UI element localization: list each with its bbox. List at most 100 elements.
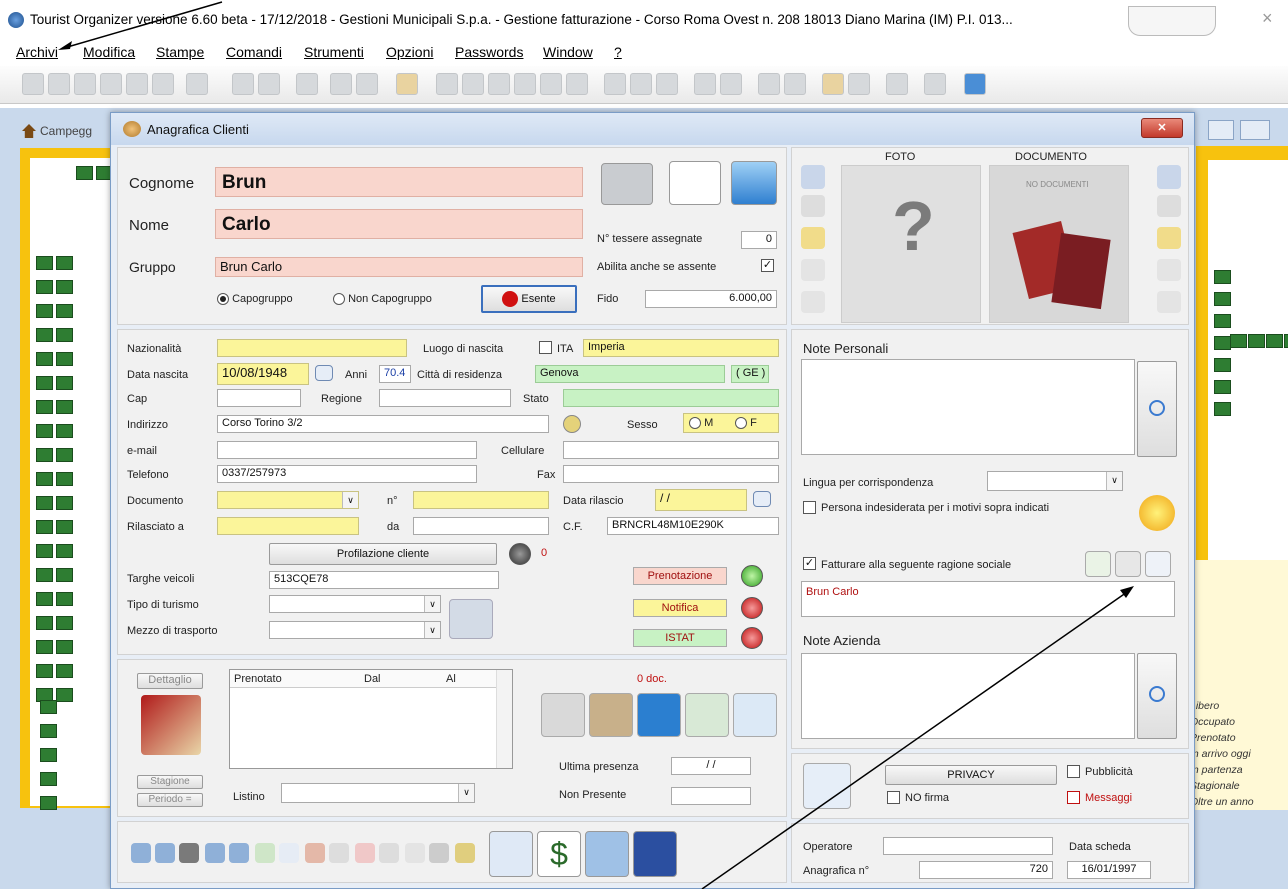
booking-list-scrollbar[interactable] bbox=[496, 670, 512, 768]
toolbar-button[interactable] bbox=[436, 73, 458, 95]
delete-record-icon[interactable] bbox=[355, 843, 375, 863]
ragione-sociale-field[interactable]: Brun Carlo bbox=[801, 581, 1175, 617]
pitch-cell[interactable] bbox=[36, 256, 53, 270]
toolbar-button[interactable] bbox=[514, 73, 536, 95]
pitch-cell[interactable] bbox=[40, 748, 57, 762]
pitch-cell[interactable] bbox=[36, 280, 53, 294]
extra-icon[interactable] bbox=[489, 831, 533, 877]
booking-list[interactable]: Prenotato Dal Al bbox=[229, 669, 513, 769]
indesiderata-checkbox[interactable] bbox=[803, 501, 816, 514]
new-company-icon[interactable] bbox=[1085, 551, 1111, 577]
toolbar-button[interactable] bbox=[100, 73, 122, 95]
next-record-icon[interactable] bbox=[205, 843, 225, 863]
new-record-icon[interactable] bbox=[255, 843, 275, 863]
pitch-cell[interactable] bbox=[56, 328, 73, 342]
listino-select[interactable]: ∨ bbox=[281, 783, 475, 803]
pitch-cell[interactable] bbox=[1214, 402, 1231, 416]
envelope-icon[interactable] bbox=[803, 763, 851, 809]
previous-record-icon[interactable] bbox=[155, 843, 175, 863]
toolbar-button[interactable] bbox=[22, 73, 44, 95]
toolbar-button[interactable] bbox=[152, 73, 174, 95]
save-icon[interactable] bbox=[379, 843, 399, 863]
pitch-cell[interactable] bbox=[56, 688, 73, 702]
pitch-cell[interactable] bbox=[36, 496, 53, 510]
stamp-icon[interactable] bbox=[541, 693, 585, 737]
fatturare-checkbox[interactable]: ✓ bbox=[803, 557, 816, 570]
note-personali-zoom-button[interactable] bbox=[1137, 361, 1177, 457]
toolbar-button[interactable] bbox=[784, 73, 806, 95]
cellulare-field[interactable] bbox=[563, 441, 779, 459]
provincia-field[interactable]: ( GE ) bbox=[731, 365, 769, 383]
dollar-icon[interactable]: $ bbox=[537, 831, 581, 877]
nazionalita-field[interactable] bbox=[217, 339, 407, 357]
pitch-cell[interactable] bbox=[36, 616, 53, 630]
toolbar-button[interactable] bbox=[540, 73, 562, 95]
sesso-m-radio[interactable]: M bbox=[689, 417, 713, 430]
data-rilascio-field[interactable]: / / bbox=[655, 489, 747, 511]
delete-document-icon[interactable] bbox=[1157, 291, 1181, 313]
copy-record-icon[interactable] bbox=[279, 843, 299, 863]
no-firma-checkbox[interactable] bbox=[887, 791, 900, 804]
pitch-cell[interactable] bbox=[56, 544, 73, 558]
toolbar-button[interactable] bbox=[258, 73, 280, 95]
pitch-cell[interactable] bbox=[36, 520, 53, 534]
binoculars-icon[interactable] bbox=[1115, 551, 1141, 577]
receipt-icon[interactable] bbox=[685, 693, 729, 737]
rilasciato-da-field[interactable] bbox=[413, 517, 549, 535]
document-blue-icon[interactable] bbox=[637, 693, 681, 737]
card-icon[interactable] bbox=[601, 163, 653, 205]
toolbar-button[interactable] bbox=[758, 73, 780, 95]
pitch-cell[interactable] bbox=[56, 352, 73, 366]
toolbar-button[interactable] bbox=[848, 73, 870, 95]
fax-field[interactable] bbox=[563, 465, 779, 483]
first-record-icon[interactable] bbox=[131, 843, 151, 863]
citta-field[interactable]: Genova bbox=[535, 365, 725, 383]
pitch-cell[interactable] bbox=[36, 544, 53, 558]
email-field[interactable] bbox=[217, 441, 477, 459]
print-document-icon[interactable] bbox=[1157, 259, 1181, 281]
pitch-cell[interactable] bbox=[76, 166, 93, 180]
tessere-field[interactable]: 0 bbox=[741, 231, 777, 249]
network-icon[interactable] bbox=[731, 161, 777, 205]
non-capogruppo-radio[interactable]: Non Capogruppo bbox=[333, 293, 432, 306]
pitch-cell[interactable] bbox=[36, 568, 53, 582]
pitch-cell[interactable] bbox=[36, 424, 53, 438]
eye-icon[interactable] bbox=[669, 161, 721, 205]
pitch-cell[interactable] bbox=[1214, 380, 1231, 394]
pitch-cell[interactable] bbox=[1248, 334, 1265, 348]
stato-field[interactable] bbox=[563, 389, 779, 407]
eraser-icon[interactable] bbox=[329, 843, 349, 863]
pitch-cell[interactable] bbox=[36, 400, 53, 414]
scanner-icon[interactable] bbox=[1157, 165, 1181, 189]
luogo-nascita-field[interactable]: Imperia bbox=[583, 339, 779, 357]
toolbar-button[interactable] bbox=[126, 73, 148, 95]
fido-field[interactable]: 6.000,00 bbox=[645, 290, 777, 308]
pitch-cell[interactable] bbox=[36, 304, 53, 318]
regione-field[interactable] bbox=[379, 389, 511, 407]
pitch-cell[interactable] bbox=[1266, 334, 1283, 348]
pitch-cell[interactable] bbox=[1214, 336, 1231, 350]
periodo-button[interactable]: Periodo = bbox=[137, 793, 203, 807]
gruppo-field[interactable]: Brun Carlo bbox=[215, 257, 583, 277]
pitch-cell[interactable] bbox=[56, 448, 73, 462]
pitch-cell[interactable] bbox=[56, 640, 73, 654]
pitch-cell[interactable] bbox=[36, 472, 53, 486]
note-personali-textarea[interactable] bbox=[801, 359, 1135, 455]
copy-icon[interactable] bbox=[1145, 551, 1171, 577]
toolbar-button[interactable] bbox=[462, 73, 484, 95]
undo-icon[interactable] bbox=[405, 843, 425, 863]
cap-field[interactable] bbox=[217, 389, 301, 407]
close-window-icon[interactable]: × bbox=[1262, 8, 1273, 29]
toolbar-button[interactable] bbox=[356, 73, 378, 95]
telefono-field[interactable]: 0337/257973 bbox=[217, 465, 477, 483]
pubblicita-checkbox[interactable] bbox=[1067, 765, 1080, 778]
capogruppo-radio[interactable]: Capogruppo bbox=[217, 293, 293, 306]
smiley-icon[interactable] bbox=[1139, 495, 1175, 531]
pitch-cell[interactable] bbox=[1214, 358, 1231, 372]
pitch-cell[interactable] bbox=[40, 796, 57, 810]
pitch-cell[interactable] bbox=[36, 592, 53, 606]
toolbar-button[interactable] bbox=[924, 73, 946, 95]
cf-field[interactable]: BRNCRL48M10E290K bbox=[607, 517, 779, 535]
toolbar-button[interactable] bbox=[656, 73, 678, 95]
pitch-cell[interactable] bbox=[36, 376, 53, 390]
